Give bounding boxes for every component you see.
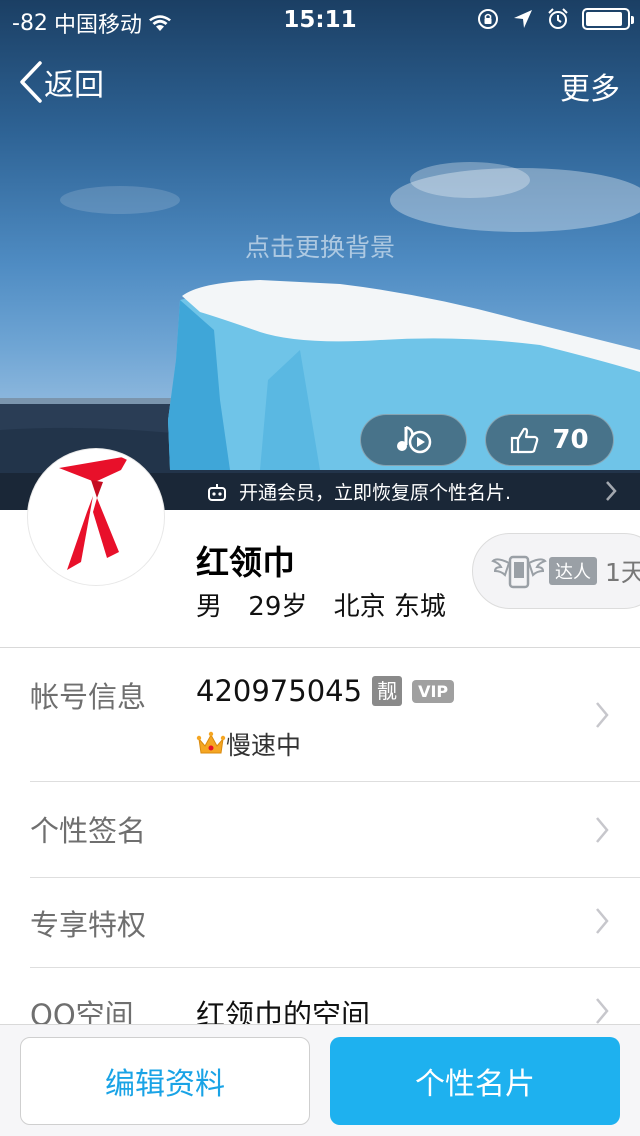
expert-days: 1天 [605,558,640,587]
like-button[interactable]: 70 [485,414,614,466]
liang-badge: 靓 [372,676,403,706]
more-button[interactable]: 更多 [560,64,620,108]
alarm-icon [548,8,568,29]
qq-number: 420975045 [196,674,363,708]
like-count: 70 [552,425,589,455]
rotation-lock-icon [478,9,498,29]
profile-card-button[interactable]: 个性名片 [330,1037,620,1125]
privilege-row[interactable]: 专享特权 [30,878,640,968]
chevron-right-icon [596,998,609,1024]
chevron-left-icon [20,61,42,103]
profile-gender: 男 [196,592,223,622]
battery-icon [582,8,634,30]
back-button[interactable]: 返回 [18,60,104,104]
red-scarf-avatar [59,456,129,570]
back-label: 返回 [44,68,104,103]
expert-badge[interactable]: 达人 1天 [472,533,640,609]
profile-location: 北京 东城 [333,592,446,622]
avatar[interactable] [28,449,164,585]
change-background-button[interactable]: 点击更换背景 [0,228,640,264]
account-info-label: 帐号信息 [30,680,147,714]
account-status: 慢速中 [196,726,301,762]
music-button[interactable] [360,414,467,466]
crown-icon [196,731,226,754]
thumbs-up-icon [511,427,539,454]
chevron-right-icon [596,908,609,934]
privilege-label: 专享特权 [30,908,147,942]
profile-meta: 男 29岁 北京 东城 [196,586,464,623]
expert-tag: 达人 [549,557,597,585]
vip-banner-text: 开通会员，立即恢复原个性名片. [239,482,512,504]
vip-badge: VIP [412,679,455,703]
location-icon [514,10,532,28]
status-right [476,7,634,31]
signature-label: 个性签名 [30,814,147,848]
chevron-right-icon [606,481,617,501]
account-number: 420975045 靓 VIP [196,674,455,708]
profile-name: 红领巾 [196,543,295,582]
winged-phone-icon [491,555,547,589]
status-bar: -82 中国移动 15:11 [0,0,640,40]
profile-age: 29岁 [248,592,308,622]
music-play-icon [396,425,431,454]
bottom-toolbar: 编辑资料 个性名片 [0,1024,640,1136]
signature-row[interactable]: 个性签名 [30,782,640,878]
chevron-right-icon [596,817,609,843]
chevron-right-icon [596,702,609,728]
account-status-text: 慢速中 [226,731,302,760]
robot-icon [208,483,226,501]
account-info-row[interactable]: 帐号信息 420975045 靓 VIP 慢速中 [30,648,640,782]
edit-profile-button[interactable]: 编辑资料 [20,1037,310,1125]
